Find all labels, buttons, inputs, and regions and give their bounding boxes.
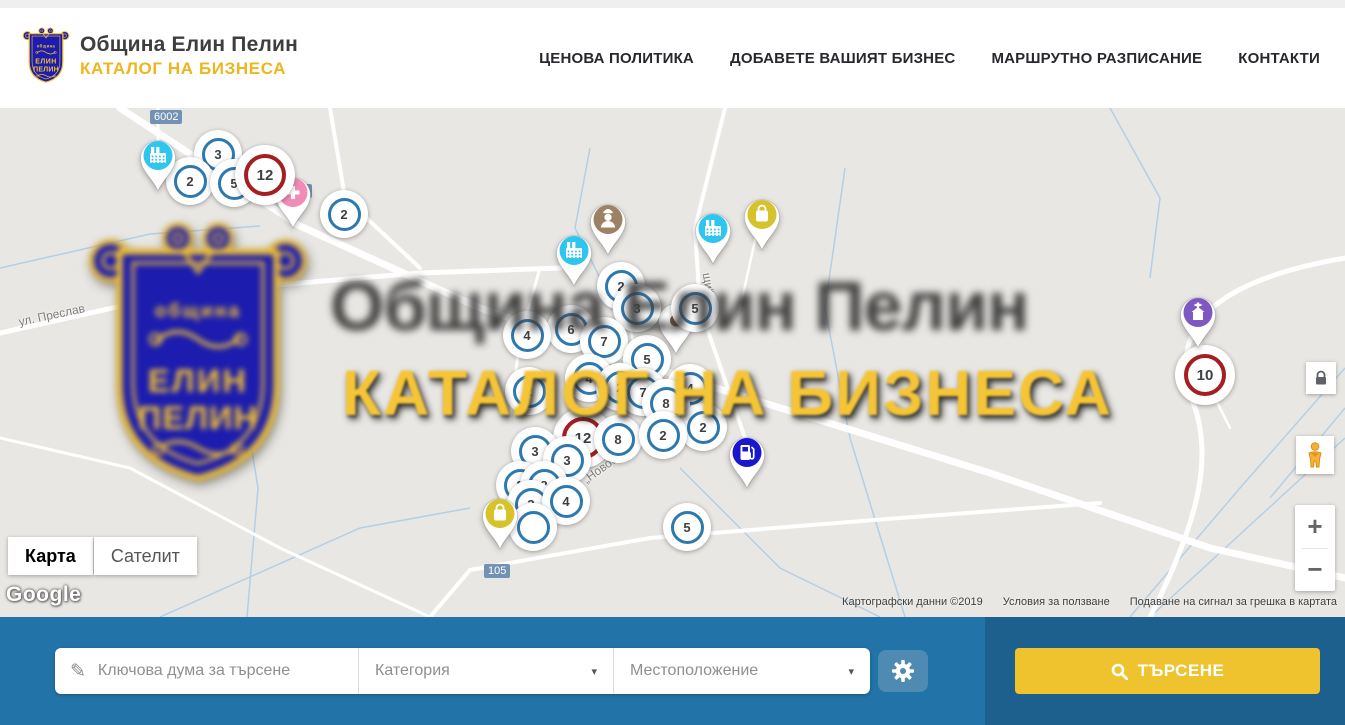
nav-item-4[interactable]: КОНТАКТИ xyxy=(1238,50,1320,67)
svg-text:община: община xyxy=(155,301,242,322)
keyword-segment: ✎ xyxy=(55,648,358,694)
zoom-out-button[interactable]: − xyxy=(1295,549,1335,592)
svg-text:община: община xyxy=(37,44,56,49)
location-dropdown-value: Местоположение xyxy=(614,662,870,680)
road-badge: 6002 xyxy=(150,110,182,124)
cluster-count: 5 xyxy=(671,511,704,544)
pencil-icon: ✎ xyxy=(70,660,86,683)
cluster-count: 4 xyxy=(550,485,583,518)
google-logo[interactable]: Google xyxy=(6,583,81,607)
page: ул. Преславбул. „Новоселщи“ 6002105 3251… xyxy=(0,0,1345,725)
nav-item-2[interactable]: ДОБАВЕТЕ ВАШИЯТ БИЗНЕС xyxy=(730,50,955,67)
attribution-link-1[interactable]: Условия за ползване xyxy=(1003,596,1110,608)
attribution-link-2[interactable]: Подаване на сигнал за грешка в картата xyxy=(1130,596,1337,608)
street-view-pegman[interactable] xyxy=(1296,436,1334,474)
svg-text:ЕЛИН: ЕЛИН xyxy=(148,363,248,399)
fuel-pin-marker[interactable] xyxy=(725,432,769,490)
cluster-count: 12 xyxy=(244,154,286,196)
cluster-marker[interactable]: 5 xyxy=(663,503,711,551)
nav-item-3[interactable]: МАРШРУТНО РАЗПИСАНИЕ xyxy=(991,50,1202,67)
map-attribution: Картографски данни ©2019 Условия за ползв… xyxy=(842,596,1337,608)
watermark-crest-logo: община ЕЛИН ПЕЛИН xyxy=(84,216,312,496)
municipality-crest-logo: община ЕЛИН ПЕЛИН xyxy=(22,26,70,86)
svg-text:ПЕЛИН: ПЕЛИН xyxy=(33,67,59,74)
main-nav: ЦЕНОВА ПОЛИТИКА ДОБАВЕТЕ ВАШИЯТ БИЗНЕС МАР… xyxy=(539,8,1320,108)
search-button-label: ТЪРСЕНЕ xyxy=(1138,661,1225,681)
attribution-copyright: Картографски данни ©2019 xyxy=(842,596,983,608)
map-type-map-button[interactable]: Карта xyxy=(8,537,93,575)
road-badge: 105 xyxy=(484,564,510,578)
svg-text:ЕЛИН: ЕЛИН xyxy=(35,59,56,66)
map-lock-control[interactable] xyxy=(1306,362,1336,394)
cluster-marker[interactable]: 12 xyxy=(235,145,295,205)
brand-title: Община Елин Пелин xyxy=(80,33,298,57)
nav-item-1[interactable]: ЦЕНОВА ПОЛИТИКА xyxy=(539,50,694,67)
location-dropdown[interactable]: Местоположение ▾ xyxy=(613,648,870,694)
search-button[interactable]: ТЪРСЕНЕ xyxy=(1015,648,1320,694)
advanced-search-settings-button[interactable] xyxy=(878,650,928,692)
lock-icon xyxy=(1314,370,1328,386)
cluster-marker[interactable]: 2 xyxy=(320,190,368,238)
cluster-count: 2 xyxy=(328,198,361,231)
brand-subtitle: КАТАЛОГ НА БИЗНЕСА xyxy=(80,59,298,79)
watermark-title: Община Елин Пелин xyxy=(330,266,1210,346)
search-bar: ✎ Категория ▾ Местоположение ▾ xyxy=(0,617,1345,725)
chevron-down-icon: ▾ xyxy=(848,665,854,678)
svg-text:ПЕЛИН: ПЕЛИН xyxy=(138,400,258,436)
brand-text: Община Елин Пелин КАТАЛОГ НА БИЗНЕСА xyxy=(80,33,298,79)
google-map[interactable]: ул. Преславбул. „Новоселщи“ 6002105 3251… xyxy=(0,108,1345,617)
factory-pin-marker[interactable] xyxy=(691,208,735,266)
keyword-search-input[interactable] xyxy=(98,662,358,680)
search-icon xyxy=(1111,663,1128,680)
brand[interactable]: община ЕЛИН ПЕЛИН Община Елин Пелин КАТА… xyxy=(22,26,298,86)
pegman-icon xyxy=(1305,442,1325,468)
map-type-switcher: Карта Сателит xyxy=(8,537,197,575)
gear-icon xyxy=(891,659,915,683)
factory-pin-marker[interactable] xyxy=(136,135,180,193)
shopping-bag-pin-marker[interactable] xyxy=(740,194,784,252)
site-header: община ЕЛИН ПЕЛИН Община Елин Пелин КАТА… xyxy=(0,0,1345,108)
search-input-group: ✎ Категория ▾ Местоположение ▾ xyxy=(55,648,870,694)
category-dropdown[interactable]: Категория ▾ xyxy=(358,648,613,694)
watermark-subtitle: КАТАЛОГ НА БИЗНЕСА xyxy=(342,356,1202,430)
worker-pin-marker[interactable] xyxy=(586,199,630,257)
map-type-satellite-button[interactable]: Сателит xyxy=(94,537,197,575)
zoom-in-button[interactable]: + xyxy=(1295,505,1335,548)
shopping-bag-pin-marker[interactable] xyxy=(478,493,522,551)
zoom-control: + − xyxy=(1295,505,1335,591)
chevron-down-icon: ▾ xyxy=(591,665,597,678)
category-dropdown-value: Категория xyxy=(359,662,613,680)
